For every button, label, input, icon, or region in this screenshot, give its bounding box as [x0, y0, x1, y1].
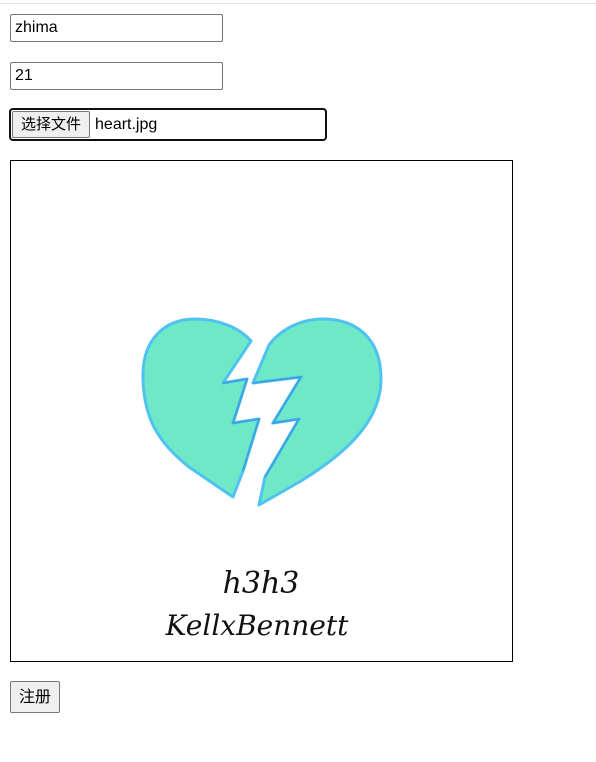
image-preview: h3h3 KellxBennett [10, 160, 513, 662]
preview-image: h3h3 KellxBennett [141, 317, 383, 642]
signature-line-2: KellxBennett [165, 609, 349, 642]
age-input[interactable] [10, 62, 223, 90]
name-input[interactable] [10, 14, 223, 42]
file-picker[interactable]: 选择文件 heart.jpg [9, 108, 327, 141]
broken-heart-icon [141, 317, 383, 507]
signature-line-1: h3h3 [223, 566, 300, 601]
register-button[interactable]: 注册 [10, 681, 61, 713]
top-divider [0, 3, 596, 4]
choose-file-button[interactable]: 选择文件 [12, 111, 91, 138]
selected-file-name: heart.jpg [95, 115, 158, 133]
